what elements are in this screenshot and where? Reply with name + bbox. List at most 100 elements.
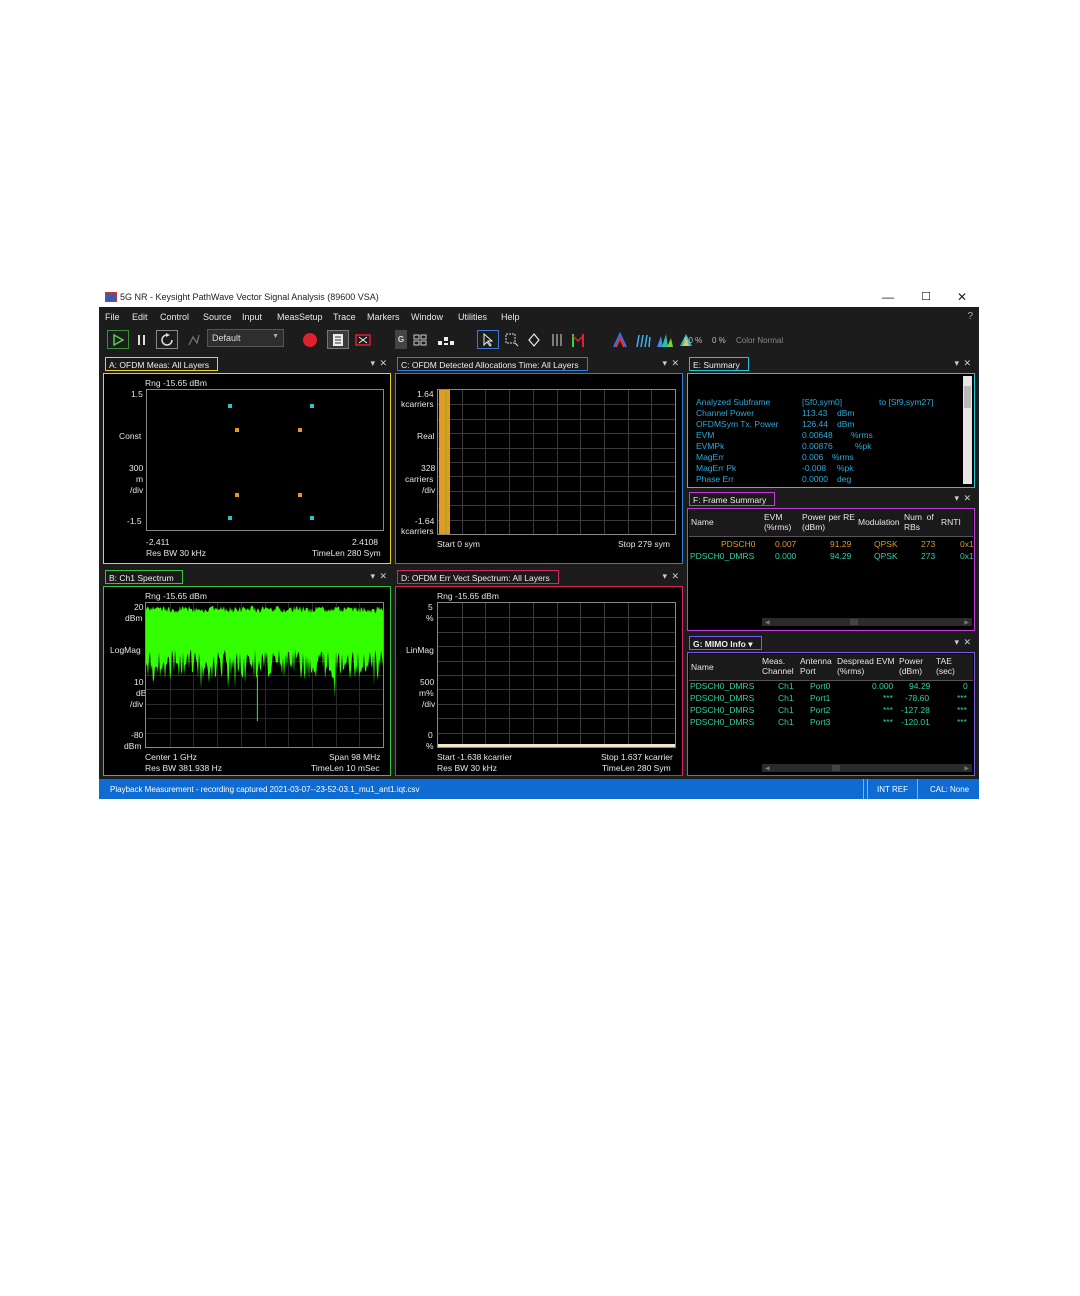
restart-icon[interactable] [156,330,178,349]
autorange-icon[interactable] [185,330,203,349]
column-header[interactable]: Meas. Channel [762,656,794,677]
panel-b-title[interactable]: B: Ch1 Spectrum [105,570,183,584]
column-header[interactable]: EVM (%rms) [764,512,791,533]
table-cell[interactable]: PDSCH0_DMRS [690,681,754,691]
dropdown-icon[interactable]: ▾ [370,571,375,582]
close-icon[interactable]: ✕ [379,358,387,369]
pointer-icon[interactable] [477,330,499,349]
close-icon[interactable]: ✕ [379,571,387,582]
scroll-right-icon[interactable]: ▶ [964,619,969,626]
waterfall-icon[interactable] [656,330,674,349]
panel-c-allocations[interactable]: C: OFDM Detected Allocations Time: All L… [395,356,683,564]
menu-trace[interactable]: Trace [333,312,356,322]
play-icon[interactable] [107,330,129,349]
panel-e-summary[interactable]: E: Summary ▾ ✕ Analyzed Subframe [Sf0,sy… [687,356,975,488]
spectrogram-icon[interactable] [634,330,652,349]
table-cell[interactable]: PDSCH0_DMRS [690,705,754,715]
scroll-left-icon[interactable]: ◀ [765,619,770,626]
tile-icon[interactable] [435,330,457,349]
panel-c-title[interactable]: C: OFDM Detected Allocations Time: All L… [397,357,588,371]
dropdown-icon[interactable]: ▾ [954,493,959,504]
marker-diamond-icon[interactable] [525,330,543,349]
menu-help[interactable]: Help [501,312,520,322]
close-button[interactable]: ✕ [947,289,977,305]
zoom-box-icon[interactable] [502,330,522,349]
close-icon[interactable]: ✕ [963,493,971,504]
constellation-point [227,516,232,521]
panel-a-title[interactable]: A: OFDM Meas: All Layers [105,357,219,371]
table-cell[interactable]: PDSCH0 [721,539,755,549]
g-icon[interactable]: G [395,330,407,349]
peak-marker-icon[interactable] [569,330,587,349]
scrollbar-thumb[interactable] [832,765,840,771]
dropdown-icon[interactable]: ▾ [370,358,375,369]
scroll-left-icon[interactable]: ◀ [765,765,770,772]
minimize-button[interactable]: — [873,289,903,305]
column-header[interactable]: RNTI [941,517,961,528]
spectrum-plot[interactable] [145,602,384,748]
horizontal-scrollbar[interactable]: ◀ ▶ [762,764,972,772]
help-icon[interactable]: ? [967,311,973,322]
dropdown-icon[interactable]: ▾ [954,637,959,648]
menu-file[interactable]: File [105,312,120,322]
menu-meassetup[interactable]: MeasSetup [277,312,323,322]
horizontal-scrollbar[interactable]: ◀ ▶ [762,618,972,626]
panel-g-title[interactable]: G: MIMO Info ▾ [689,636,762,650]
table-cell[interactable]: PDSCH0_DMRS [690,693,754,703]
ref-status[interactable]: INT REF [877,785,908,794]
summary-scrollbar[interactable] [963,376,972,484]
close-icon[interactable]: ✕ [963,358,971,369]
menu-utilities[interactable]: Utilities [458,312,487,322]
column-header[interactable]: Num of RBs [904,512,934,533]
band-markers-icon[interactable] [548,330,566,349]
err-vect-plot[interactable] [437,602,676,748]
menu-input[interactable]: Input [242,312,262,322]
menu-markers[interactable]: Markers [367,312,400,322]
scroll-right-icon[interactable]: ▶ [964,765,969,772]
column-header[interactable]: Name [691,517,714,528]
scrollbar-thumb[interactable] [964,386,971,408]
layout-grid-icon[interactable] [411,330,429,349]
column-header[interactable]: Modulation [858,517,900,528]
dropdown-icon[interactable]: ▾ [662,571,667,582]
y-bottom-label: -1.64 [415,516,435,526]
cal-status[interactable]: CAL: None [930,785,969,794]
scrollbar-thumb[interactable] [850,619,858,625]
panel-f-frame-summary[interactable]: F: Frame Summary ▾ ✕ Name EVM (%rms) Pow… [687,491,975,631]
dropdown-icon[interactable]: ▾ [662,358,667,369]
allocations-plot[interactable] [437,389,676,535]
panel-d-title[interactable]: D: OFDM Err Vect Spectrum: All Layers [397,570,559,584]
menu-edit[interactable]: Edit [132,312,148,322]
pause-icon[interactable] [133,330,151,349]
column-header[interactable]: Despread EVM (%rms) [837,656,895,677]
close-icon[interactable]: ✕ [963,637,971,648]
column-header[interactable]: Power (dBm) [899,656,923,677]
close-icon[interactable]: ✕ [671,358,679,369]
column-header[interactable]: TAE (sec) [936,656,955,677]
panel-b-header: B: Ch1 Spectrum ▾ ✕ [103,569,391,586]
panel-b-spectrum[interactable]: B: Ch1 Spectrum ▾ ✕ Rng -15.65 dBm 20 dB… [103,569,391,776]
stop-recording-icon[interactable] [352,330,374,349]
dropdown-icon[interactable]: ▾ [954,358,959,369]
column-header[interactable]: Antenna Port [800,656,832,677]
panel-g-mimo-info[interactable]: G: MIMO Info ▾ ▾ ✕ Name Meas. Channel An… [687,635,975,776]
maximize-button[interactable]: ☐ [911,289,941,305]
color-mode[interactable]: Color Normal [736,336,783,345]
panel-d-err-vect-spectrum[interactable]: D: OFDM Err Vect Spectrum: All Layers ▾ … [395,569,683,776]
preset-dropdown[interactable]: Default ▼ [207,329,284,347]
constellation-plot[interactable] [146,389,384,531]
panel-e-title[interactable]: E: Summary [689,357,749,371]
record-icon[interactable] [299,330,321,349]
trace-colors-icon[interactable] [611,330,629,349]
menu-window[interactable]: Window [411,312,443,322]
panel-a-ofdm-meas[interactable]: A: OFDM Meas: All Layers ▾ ✕ Rng -15.65 … [103,356,391,564]
close-icon[interactable]: ✕ [671,571,679,582]
menu-control[interactable]: Control [160,312,189,322]
panel-f-title[interactable]: F: Frame Summary [689,492,776,506]
table-cell[interactable]: PDSCH0_DMRS [690,717,754,727]
column-header[interactable]: Name [691,662,714,673]
recording-icon[interactable] [327,330,349,349]
column-header[interactable]: Power per RE (dBm) [802,512,855,533]
table-cell[interactable]: PDSCH0_DMRS [690,551,754,561]
menu-source[interactable]: Source [203,312,232,322]
